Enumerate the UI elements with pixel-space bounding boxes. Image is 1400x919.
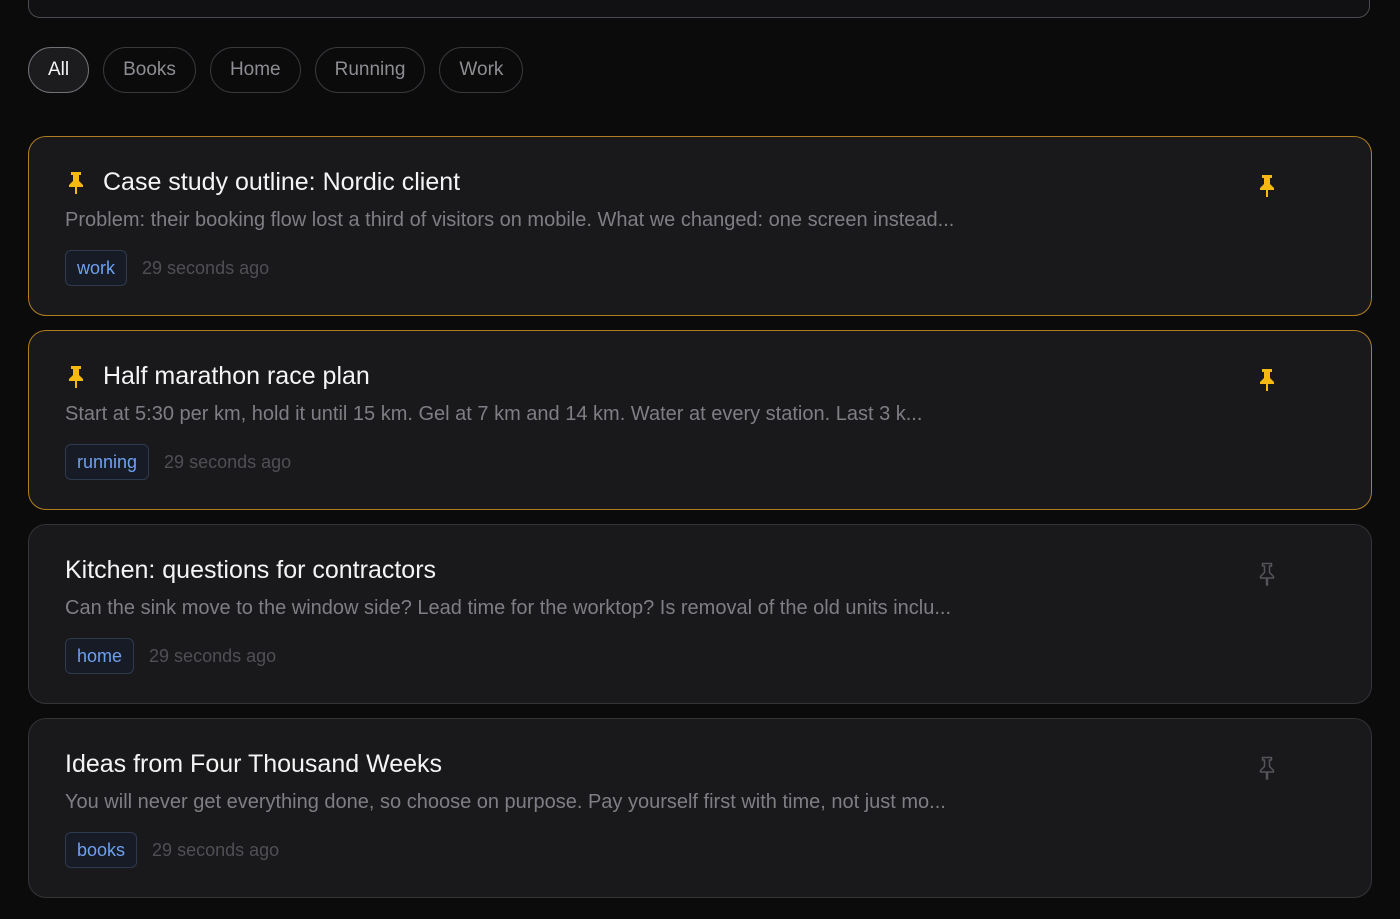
note-tag[interactable]: books [65, 832, 138, 868]
pin-toggle-button[interactable] [1255, 367, 1279, 393]
note-title-row: Half marathon race plan [65, 362, 370, 391]
note-title: Ideas from Four Thousand Weeks [65, 750, 443, 778]
note-tag[interactable]: home [65, 638, 135, 674]
notes-list: Case study outline: Nordic client Proble… [28, 136, 1372, 912]
filter-chip-running[interactable]: Running [314, 47, 426, 93]
pin-filled-icon [65, 171, 87, 195]
note-meta: work 29 seconds ago [65, 250, 269, 286]
note-timestamp: 29 seconds ago [142, 257, 270, 278]
note-title-row: Case study outline: Nordic client [65, 168, 460, 197]
note-card[interactable]: Kitchen: questions for contractors Can t… [28, 524, 1372, 704]
note-meta: home 29 seconds ago [65, 638, 276, 674]
note-timestamp: 29 seconds ago [152, 839, 280, 860]
note-timestamp: 29 seconds ago [149, 645, 277, 666]
search-input[interactable] [28, 0, 1370, 18]
note-title: Half marathon race plan [103, 362, 370, 390]
filter-chip-work[interactable]: Work [439, 47, 524, 93]
pin-filled-icon [1260, 369, 1274, 391]
note-card[interactable]: Half marathon race plan Start at 5:30 pe… [28, 330, 1372, 510]
pin-filled-icon [65, 365, 87, 389]
note-tag[interactable]: running [65, 444, 150, 480]
note-card[interactable]: Case study outline: Nordic client Proble… [28, 136, 1372, 316]
pin-outline-icon [1259, 756, 1275, 780]
pin-toggle-button[interactable] [1255, 755, 1279, 781]
note-preview: You will never get everything done, so c… [65, 791, 946, 813]
note-preview: Can the sink move to the window side? Le… [65, 597, 952, 619]
filter-chip-home[interactable]: Home [209, 47, 301, 93]
note-title-row: Ideas from Four Thousand Weeks [65, 750, 442, 779]
note-title: Kitchen: questions for contractors [65, 556, 437, 584]
filter-chip-books[interactable]: Books [103, 47, 196, 93]
note-title: Case study outline: Nordic client [103, 168, 461, 196]
filter-chip-all[interactable]: All [28, 47, 90, 93]
note-card[interactable]: Ideas from Four Thousand Weeks You will … [28, 718, 1372, 898]
pin-outline-icon [1259, 562, 1275, 586]
note-meta: running 29 seconds ago [65, 444, 291, 480]
note-preview: Start at 5:30 per km, hold it until 15 k… [65, 403, 923, 425]
note-tag[interactable]: work [65, 250, 128, 286]
note-preview: Problem: their booking flow lost a third… [65, 209, 955, 231]
pin-toggle-button[interactable] [1255, 173, 1279, 199]
note-title-row: Kitchen: questions for contractors [65, 556, 436, 585]
pin-toggle-button[interactable] [1255, 561, 1279, 587]
pin-filled-icon [1260, 175, 1274, 197]
note-timestamp: 29 seconds ago [164, 451, 292, 472]
note-meta: books 29 seconds ago [65, 832, 279, 868]
tag-filter-bar: All Books Home Running Work [28, 47, 524, 93]
